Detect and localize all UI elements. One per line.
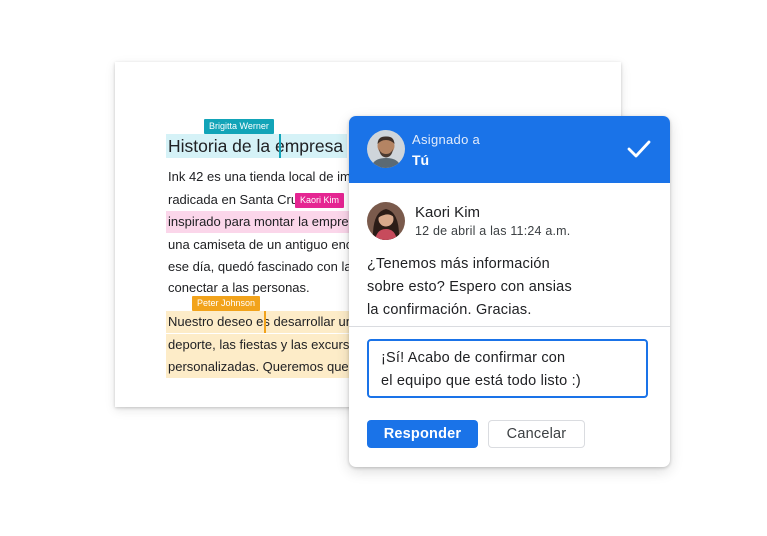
collaborator-cursor-brigitta (279, 134, 281, 158)
reply-input[interactable]: ¡Sí! Acabo de confirmar con el equipo qu… (367, 339, 648, 398)
document-line: una camiseta de un antiguo encu (168, 237, 360, 252)
document-line-highlighted: personalizadas. Queremos que c (166, 356, 361, 378)
document-line: ese día, quedó fascinado con la id (168, 259, 366, 274)
assignee-name: Tú (412, 152, 430, 168)
collaborator-tag-kaori: Kaori Kim (295, 193, 345, 208)
document-line-highlighted: inspirado para montar la empresa (166, 211, 365, 233)
reply-button[interactable]: Responder (367, 420, 478, 448)
comment-text-line: la confirmación. Gracias. (367, 302, 532, 318)
commenter-avatar (367, 202, 405, 240)
comment-author: Kaori Kim (415, 204, 481, 221)
document-line-highlighted: deporte, las fiestas y las excursio (166, 334, 362, 356)
reply-text-line: el equipo que está todo listo :) (381, 373, 581, 389)
collaborator-tag-brigitta: Brigitta Werner (204, 119, 274, 134)
document-line: radicada en Santa Cruz (168, 192, 305, 207)
document-title: Historia de la empresa (166, 134, 348, 158)
comment-text-line: ¿Tenemos más información (367, 256, 550, 272)
divider (349, 326, 670, 327)
collaborator-cursor-peter (264, 311, 266, 333)
assigned-to-label: Asignado a (412, 132, 481, 147)
document-line: Ink 42 es una tienda local de impr (168, 169, 363, 184)
comment-panel: Asignado a Tú Kaori Kim 12 de abril a la… (349, 116, 670, 467)
assignee-avatar (367, 130, 405, 168)
cancel-button[interactable]: Cancelar (488, 420, 585, 448)
assignment-header: Asignado a Tú (349, 116, 670, 183)
comment-timestamp: 12 de abril a las 11:24 a.m. (415, 224, 571, 238)
comment-text-line: sobre esto? Espero con ansias (367, 279, 572, 295)
reply-text-line: ¡Sí! Acabo de confirmar con (381, 350, 566, 366)
collaborator-tag-peter: Peter Johnson (192, 296, 261, 311)
check-icon[interactable] (626, 138, 652, 160)
